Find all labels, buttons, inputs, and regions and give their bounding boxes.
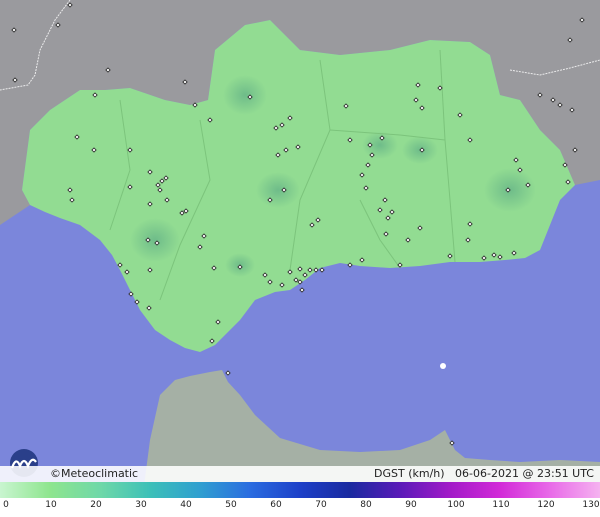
scale-tick-label: 50	[225, 500, 237, 510]
scale-tick-label: 10	[45, 500, 57, 510]
scale-tick-labels: 0 10 20 30 40 50 60 70 80 90 100 110 120 130	[0, 500, 600, 514]
scale-tick-label: 60	[270, 500, 282, 510]
stamp-time: 23:51 UTC	[536, 467, 594, 480]
brand-name: ©Meteoclimatic	[50, 467, 139, 480]
scale-tick-label: 100	[447, 500, 465, 510]
variable-name: DGST	[373, 467, 405, 480]
stamp-at: @	[522, 467, 534, 480]
stamp-date: 06-06-2021	[455, 467, 519, 480]
scale-tick-label: 120	[537, 500, 555, 510]
alboran-island	[440, 363, 446, 369]
color-ramp	[0, 482, 600, 498]
map-stamp: DGST (km/h) 06-06-2021 @ 23:51 UTC	[374, 467, 594, 480]
scale-tick-label: 40	[180, 500, 192, 510]
scale-tick-label: 130	[582, 500, 600, 510]
wind-gust-map	[0, 0, 600, 517]
info-bar: ©Meteoclimatic DGST (km/h) 06-06-2021 @ …	[0, 466, 600, 482]
color-scale: 0 10 20 30 40 50 60 70 80 90 100 110 120 130	[0, 482, 600, 517]
scale-tick-label: 20	[90, 500, 102, 510]
scale-tick-label: 0	[3, 500, 9, 510]
variable-unit: (km/h)	[408, 467, 445, 480]
scale-tick-label: 70	[315, 500, 327, 510]
map-canvas	[0, 0, 600, 517]
scale-tick-label: 110	[492, 500, 510, 510]
scale-tick-label: 30	[135, 500, 147, 510]
scale-tick-label: 90	[405, 500, 417, 510]
scale-tick-label: 80	[360, 500, 372, 510]
